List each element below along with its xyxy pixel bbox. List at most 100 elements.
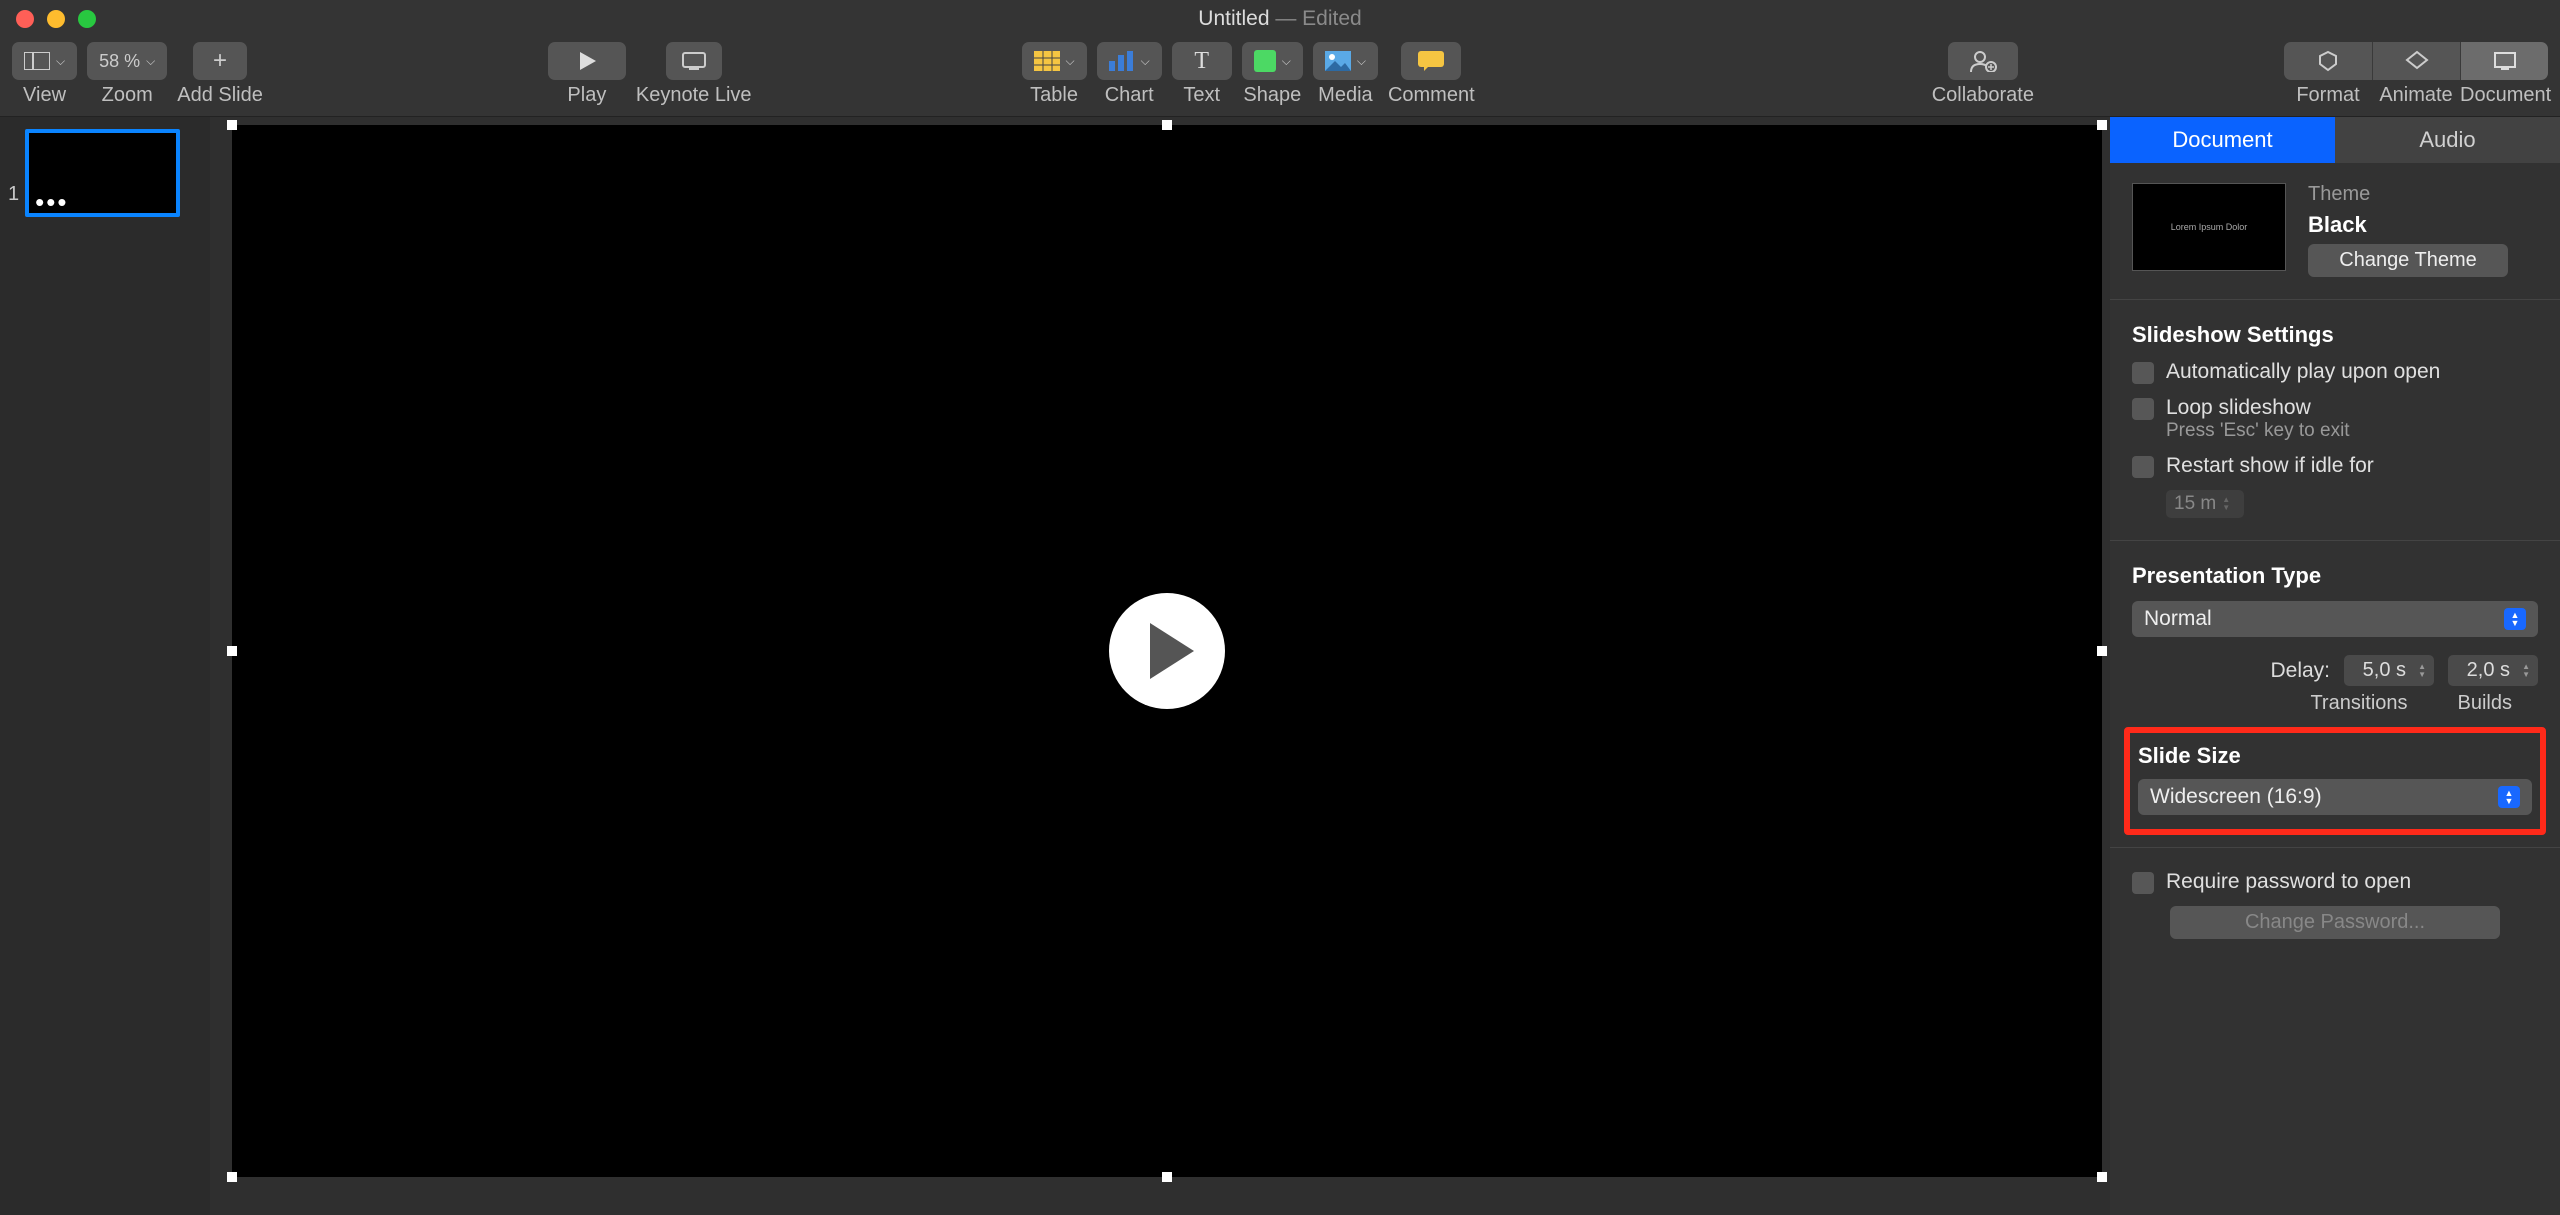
select-arrows-icon: ▲▼	[2504, 608, 2526, 630]
slide-canvas[interactable]	[210, 117, 2110, 1215]
comment-icon	[1418, 51, 1444, 71]
table-icon	[1034, 51, 1060, 71]
change-theme-button[interactable]: Change Theme	[2308, 244, 2508, 277]
window-title: Untitled — Edited	[1198, 7, 1361, 31]
chevron-down-icon: ⌵	[1141, 54, 1150, 69]
tab-document[interactable]: Document	[2110, 117, 2335, 163]
shape-button[interactable]: ⌵	[1242, 42, 1303, 80]
presentation-type-title: Presentation Type	[2132, 563, 2538, 589]
resize-handle[interactable]	[227, 646, 237, 656]
keynote-live-label: Keynote Live	[636, 84, 752, 107]
media-button[interactable]: ⌵	[1313, 42, 1378, 80]
chevron-down-icon: ⌵	[56, 54, 65, 69]
stepper-icon[interactable]: ▲▼	[2412, 663, 2426, 679]
table-button[interactable]: ⌵	[1022, 42, 1087, 80]
password-label: Require password to open	[2166, 870, 2411, 894]
text-button[interactable]: T	[1172, 42, 1232, 80]
transitions-sublabel: Transitions	[2310, 692, 2407, 715]
chart-label: Chart	[1105, 84, 1154, 107]
slide-size-title: Slide Size	[2138, 743, 2532, 769]
play-button[interactable]	[548, 42, 626, 80]
resize-handle[interactable]	[1162, 1172, 1172, 1182]
slide-navigator[interactable]: 1 •••	[0, 117, 210, 1215]
stepper-icon[interactable]: ▲▼	[2222, 496, 2236, 512]
close-button[interactable]	[16, 10, 34, 28]
add-slide-button[interactable]: +	[193, 42, 247, 80]
theme-name: Black	[2308, 212, 2538, 238]
resize-handle[interactable]	[2097, 1172, 2107, 1182]
play-icon	[1150, 623, 1194, 679]
comment-button[interactable]	[1401, 42, 1461, 80]
zoom-button[interactable]: 58 %⌵	[87, 42, 167, 80]
slide-size-highlight: Slide Size Widescreen (16:9) ▲▼	[2124, 727, 2546, 835]
restart-label: Restart show if idle for	[2166, 454, 2374, 478]
slide-thumbnail-row: 1 •••	[8, 129, 202, 217]
media-label: Media	[1318, 84, 1372, 107]
transitions-delay-input[interactable]: 5,0 s ▲▼	[2344, 655, 2434, 686]
inspector-panel: Document Audio Lorem Ipsum Dolor Theme B…	[2110, 117, 2560, 1215]
tab-audio[interactable]: Audio	[2335, 117, 2560, 163]
shape-icon	[1254, 50, 1276, 72]
slideshow-settings-title: Slideshow Settings	[2132, 322, 2538, 348]
slide-size-select[interactable]: Widescreen (16:9) ▲▼	[2138, 779, 2532, 815]
chevron-down-icon: ⌵	[1282, 54, 1291, 69]
table-label: Table	[1030, 84, 1078, 107]
view-icon	[24, 52, 50, 70]
builds-delay-input[interactable]: 2,0 s ▲▼	[2448, 655, 2538, 686]
restart-idle-field[interactable]: 15 m ▲▼	[2166, 490, 2244, 518]
chevron-down-icon: ⌵	[1357, 54, 1366, 69]
delay-label: Delay:	[2270, 659, 2330, 683]
view-button[interactable]: ⌵	[12, 42, 77, 80]
traffic-lights	[0, 10, 96, 28]
chevron-down-icon: ⌵	[1066, 54, 1075, 69]
play-icon	[578, 52, 596, 70]
chart-icon	[1109, 51, 1135, 71]
resize-handle[interactable]	[227, 1172, 237, 1182]
restart-checkbox[interactable]	[2132, 456, 2154, 478]
toolbar: ⌵ View 58 %⌵ Zoom + Add Slide Play	[0, 37, 2560, 117]
resize-handle[interactable]	[227, 120, 237, 130]
loop-label: Loop slideshow	[2166, 396, 2350, 420]
select-arrows-icon: ▲▼	[2498, 786, 2520, 808]
animate-button[interactable]	[2372, 42, 2460, 80]
view-label: View	[23, 84, 66, 107]
resize-handle[interactable]	[2097, 646, 2107, 656]
keynote-live-icon	[679, 51, 709, 71]
chart-button[interactable]: ⌵	[1097, 42, 1162, 80]
loop-checkbox[interactable]	[2132, 398, 2154, 420]
resize-handle[interactable]	[2097, 120, 2107, 130]
stepper-icon[interactable]: ▲▼	[2516, 663, 2530, 679]
slide-number: 1	[8, 129, 19, 206]
document-button[interactable]	[2460, 42, 2548, 80]
text-label: Text	[1183, 84, 1220, 107]
media-icon	[1325, 51, 1351, 71]
format-button[interactable]	[2284, 42, 2372, 80]
titlebar: Untitled — Edited	[0, 0, 2560, 37]
zoom-label: Zoom	[102, 84, 153, 107]
animate-icon	[2405, 50, 2429, 72]
format-label: Format	[2284, 84, 2372, 107]
keynote-live-button[interactable]	[666, 42, 722, 80]
add-slide-label: Add Slide	[177, 84, 263, 107]
loop-sublabel: Press 'Esc' key to exit	[2166, 420, 2350, 442]
ellipsis-icon: •••	[35, 196, 68, 209]
comment-label: Comment	[1388, 84, 1475, 107]
minimize-button[interactable]	[47, 10, 65, 28]
collaborate-button[interactable]	[1948, 42, 2018, 80]
document-label: Document	[2460, 84, 2548, 107]
slide[interactable]	[232, 125, 2102, 1177]
password-checkbox[interactable]	[2132, 872, 2154, 894]
slide-thumbnail[interactable]: •••	[25, 129, 180, 217]
auto-play-checkbox[interactable]	[2132, 362, 2154, 384]
format-icon	[2316, 50, 2340, 72]
builds-sublabel: Builds	[2458, 692, 2512, 715]
theme-thumbnail[interactable]: Lorem Ipsum Dolor	[2132, 183, 2286, 271]
fullscreen-button[interactable]	[78, 10, 96, 28]
resize-handle[interactable]	[1162, 120, 1172, 130]
theme-label: Theme	[2308, 183, 2538, 206]
animate-label: Animate	[2372, 84, 2460, 107]
change-password-button[interactable]: Change Password...	[2170, 906, 2500, 939]
chevron-down-icon: ⌵	[146, 54, 155, 69]
media-play-button[interactable]	[1109, 593, 1225, 709]
presentation-type-select[interactable]: Normal ▲▼	[2132, 601, 2538, 637]
